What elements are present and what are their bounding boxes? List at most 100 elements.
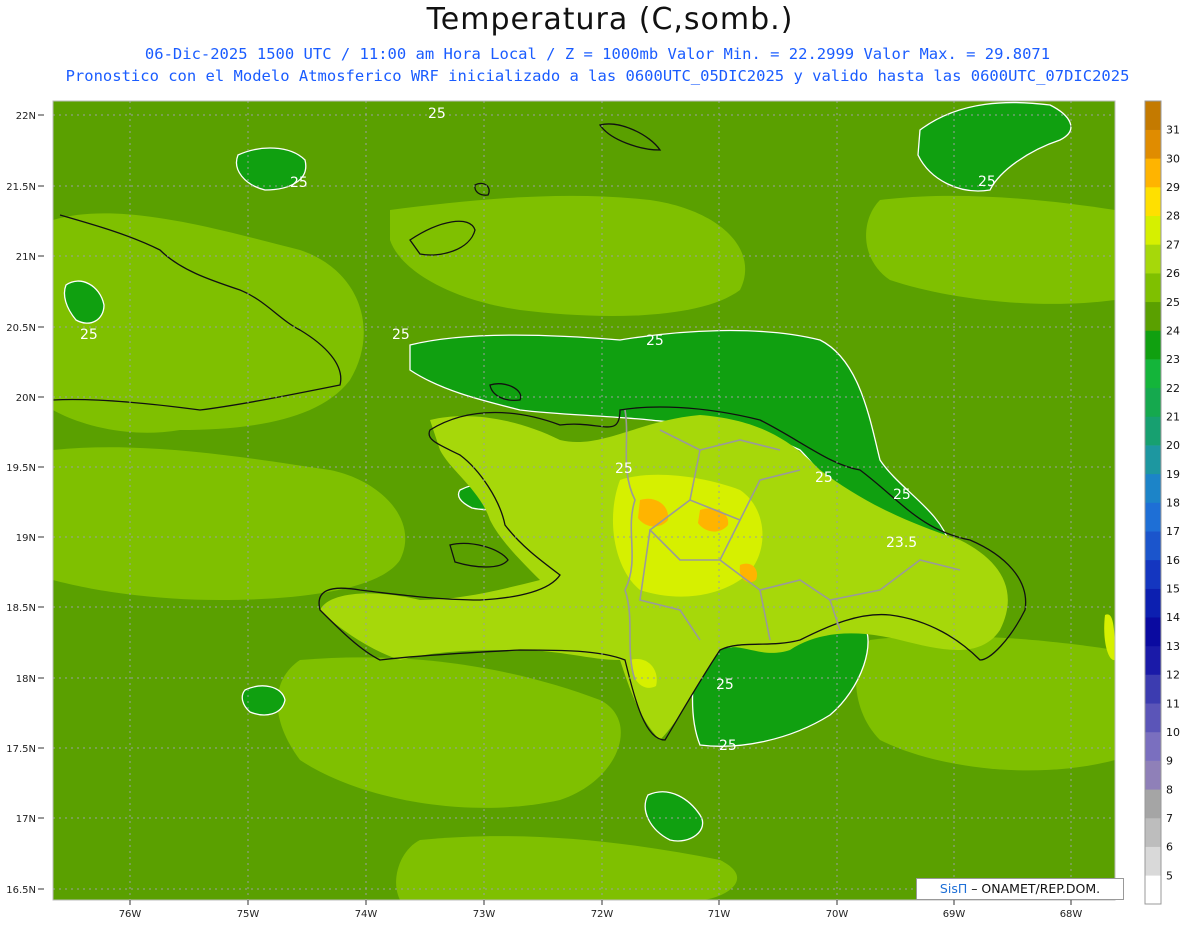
colorbar-label: 7 bbox=[1166, 812, 1173, 825]
lon-label: 68W bbox=[1060, 909, 1083, 920]
colorbar-swatch bbox=[1145, 473, 1161, 503]
credit-box: SisΠ – ONAMET/REP.DOM. bbox=[916, 878, 1124, 900]
contour-label: 25 bbox=[428, 106, 446, 122]
contour-label: 25 bbox=[893, 487, 911, 503]
colorbar-swatch bbox=[1145, 846, 1161, 876]
colorbar-label: 8 bbox=[1166, 783, 1173, 796]
colorbar-label: 18 bbox=[1166, 497, 1180, 510]
colorbar-swatch bbox=[1145, 531, 1161, 561]
lon-label: 69W bbox=[943, 909, 966, 920]
colorbar-label: 21 bbox=[1166, 410, 1180, 423]
colorbar-label: 22 bbox=[1166, 382, 1180, 395]
lon-label: 70W bbox=[826, 909, 849, 920]
lat-label: 18N bbox=[16, 674, 36, 685]
lon-label: 75W bbox=[237, 909, 260, 920]
lat-label: 21N bbox=[16, 252, 36, 263]
colorbar-swatch bbox=[1145, 273, 1161, 303]
lat-label: 20.5N bbox=[6, 323, 36, 334]
colorbar-label: 23 bbox=[1166, 353, 1180, 366]
lat-label: 19.5N bbox=[6, 463, 36, 474]
lat-label: 17.5N bbox=[6, 744, 36, 755]
colorbar-swatch bbox=[1145, 731, 1161, 761]
cool-zone-southwest bbox=[241, 685, 286, 716]
colorbar-swatch bbox=[1145, 674, 1161, 704]
colorbar-swatch bbox=[1145, 101, 1161, 130]
colorbar-swatch bbox=[1145, 760, 1161, 790]
lon-label: 73W bbox=[473, 909, 496, 920]
colorbar-swatch bbox=[1145, 645, 1161, 675]
colorbar-swatch bbox=[1145, 502, 1161, 532]
colorbar-label: 24 bbox=[1166, 324, 1180, 337]
colorbar-swatch bbox=[1145, 387, 1161, 417]
contour-label: 23.5 bbox=[886, 535, 917, 551]
colorbar-label: 27 bbox=[1166, 238, 1180, 251]
colorbar-label: 14 bbox=[1166, 611, 1180, 624]
contour-label: 25 bbox=[978, 174, 996, 190]
colorbar-label: 12 bbox=[1166, 669, 1180, 682]
colorbar-swatch bbox=[1145, 301, 1161, 331]
colorbar-swatch bbox=[1145, 617, 1161, 647]
colorbar-swatch bbox=[1145, 817, 1161, 847]
colorbar-label: 31 bbox=[1166, 124, 1180, 137]
contour-label: 25 bbox=[815, 470, 833, 486]
colorbar-swatch bbox=[1145, 215, 1161, 245]
colorbar: 5 6 7 8 9 10 11 12 13 14 15 16 17 18 19 20 21 22 23 24 25 26 2… bbox=[1144, 100, 1180, 905]
colorbar-label: 26 bbox=[1166, 267, 1180, 280]
contour-label: 25 bbox=[719, 738, 737, 754]
colorbar-swatch bbox=[1145, 158, 1161, 188]
colorbar-label: 20 bbox=[1166, 439, 1180, 452]
lon-label: 74W bbox=[355, 909, 378, 920]
lat-label: 21.5N bbox=[6, 182, 36, 193]
longitude-axis: 76W 75W 74W 73W 72W 71W 70W 69W 68W bbox=[119, 909, 1083, 920]
colorbar-label: 16 bbox=[1166, 554, 1180, 567]
lat-label: 18.5N bbox=[6, 603, 36, 614]
brand-logo: SisΠ bbox=[939, 881, 968, 896]
colorbar-label: 19 bbox=[1166, 468, 1180, 481]
lat-label: 20N bbox=[16, 393, 36, 404]
contour-label: 25 bbox=[646, 333, 664, 349]
contour-label: 25 bbox=[290, 175, 308, 191]
temperature-map: 25 25 25 25 25 25 25 25 25 25 25 23.5 22… bbox=[6, 100, 1180, 920]
colorbar-swatch bbox=[1145, 359, 1161, 389]
lon-label: 76W bbox=[119, 909, 142, 920]
lat-label: 19N bbox=[16, 533, 36, 544]
colorbar-label: 17 bbox=[1166, 525, 1180, 538]
colorbar-label: 11 bbox=[1166, 697, 1180, 710]
contour-label: 25 bbox=[80, 327, 98, 343]
lon-label: 71W bbox=[708, 909, 731, 920]
colorbar-label: 29 bbox=[1166, 181, 1180, 194]
colorbar-swatch bbox=[1145, 559, 1161, 589]
lat-label: 16.5N bbox=[6, 885, 36, 896]
colorbar-swatch bbox=[1145, 416, 1161, 446]
latitude-axis: 22N 21.5N 21N 20.5N 20N 19.5N 19N 18.5N … bbox=[6, 111, 36, 896]
hot-spot-central bbox=[612, 474, 763, 597]
longitude-ticks bbox=[129, 900, 1072, 905]
credit-text: – ONAMET/REP.DOM. bbox=[967, 881, 1101, 896]
colorbar-label: 13 bbox=[1166, 640, 1180, 653]
latitude-ticks bbox=[38, 114, 44, 890]
colorbar-swatch bbox=[1145, 789, 1161, 819]
contour-label: 25 bbox=[716, 677, 734, 693]
colorbar-swatch bbox=[1145, 445, 1161, 475]
colorbar-label: 5 bbox=[1166, 869, 1173, 882]
colorbar-swatch bbox=[1145, 129, 1161, 159]
lat-label: 22N bbox=[16, 111, 36, 122]
colorbar-swatch bbox=[1145, 588, 1161, 618]
colorbar-label: 6 bbox=[1166, 841, 1173, 854]
colorbar-label: 30 bbox=[1166, 152, 1180, 165]
lat-label: 17N bbox=[16, 814, 36, 825]
colorbar-label: 10 bbox=[1166, 726, 1180, 739]
colorbar-label: 9 bbox=[1166, 755, 1173, 768]
colorbar-label: 28 bbox=[1166, 210, 1180, 223]
colorbar-label: 15 bbox=[1166, 583, 1180, 596]
colorbar-swatch bbox=[1145, 330, 1161, 360]
colorbar-label: 25 bbox=[1166, 296, 1180, 309]
colorbar-swatch bbox=[1145, 187, 1161, 217]
temperature-field bbox=[53, 101, 1115, 900]
colorbar-swatch bbox=[1145, 875, 1161, 905]
contour-label: 25 bbox=[392, 327, 410, 343]
lon-label: 72W bbox=[591, 909, 614, 920]
colorbar-swatch bbox=[1145, 703, 1161, 733]
colorbar-swatch bbox=[1145, 244, 1161, 274]
contour-label: 25 bbox=[615, 461, 633, 477]
